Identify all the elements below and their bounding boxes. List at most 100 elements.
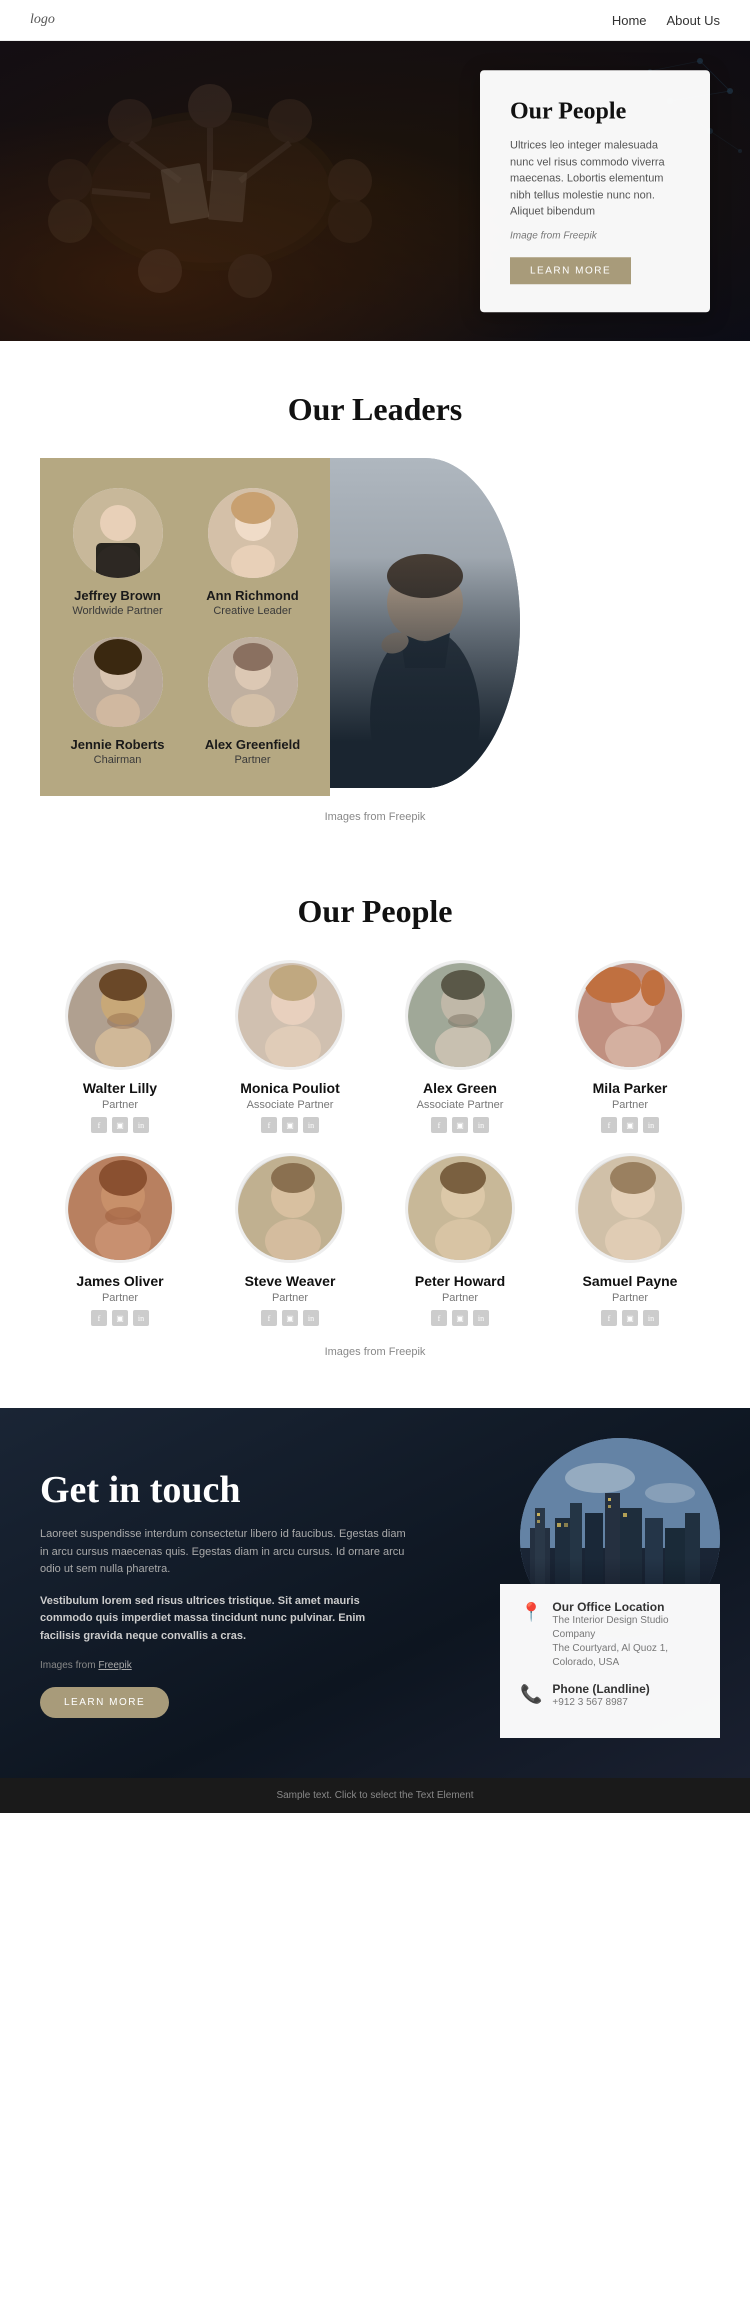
- person-name-mila: Mila Parker: [593, 1080, 668, 1096]
- nav-home[interactable]: Home: [612, 13, 647, 28]
- person-name-james: James Oliver: [76, 1273, 163, 1289]
- person-social-walter: f ▣ in: [91, 1117, 149, 1133]
- phone-info-text: Phone (Landline) +912 3 567 8987: [552, 1682, 649, 1710]
- instagram-icon-walter[interactable]: ▣: [112, 1117, 128, 1133]
- facebook-icon-steve[interactable]: f: [261, 1310, 277, 1326]
- leader-card-alexgf: Alex Greenfield Partner: [195, 637, 310, 766]
- person-name-monica: Monica Pouliot: [240, 1080, 340, 1096]
- facebook-icon-james[interactable]: f: [91, 1310, 107, 1326]
- linkedin-icon-peter[interactable]: in: [473, 1310, 489, 1326]
- footer-text: Sample text. Click to select the Text El…: [276, 1790, 473, 1801]
- person-name-steve: Steve Weaver: [245, 1273, 336, 1289]
- person-card-peter: Peter Howard Partner f ▣ in: [380, 1153, 540, 1326]
- phone-icon: 📞: [520, 1684, 542, 1705]
- instagram-icon-monica[interactable]: ▣: [282, 1117, 298, 1133]
- person-card-walter: Walter Lilly Partner f ▣ in: [40, 960, 200, 1133]
- leaders-grid: Jeffrey Brown Worldwide Partner Ann Rich…: [40, 458, 710, 796]
- contact-body-text: Laoreet suspendisse interdum consectetur…: [40, 1526, 409, 1579]
- instagram-icon-peter[interactable]: ▣: [452, 1310, 468, 1326]
- leader-name-jeffrey: Jeffrey Brown: [74, 588, 161, 603]
- leader-card-jeffrey: Jeffrey Brown Worldwide Partner: [60, 488, 175, 617]
- leader-avatar-jeffrey: [73, 488, 163, 578]
- hero-image-credit: Image from Freepik: [510, 228, 680, 243]
- facebook-icon-peter[interactable]: f: [431, 1310, 447, 1326]
- instagram-icon-mila[interactable]: ▣: [622, 1117, 638, 1133]
- leader-avatar-ann: [208, 488, 298, 578]
- person-card-james: James Oliver Partner f ▣ in: [40, 1153, 200, 1326]
- instagram-icon-steve[interactable]: ▣: [282, 1310, 298, 1326]
- linkedin-icon-steve[interactable]: in: [303, 1310, 319, 1326]
- leader-avatar-jennie: [73, 637, 163, 727]
- instagram-icon-alexg[interactable]: ▣: [452, 1117, 468, 1133]
- contact-image-credit: Images from Freepik: [40, 1660, 409, 1671]
- hero-title: Our People: [510, 98, 680, 125]
- instagram-icon-samuel[interactable]: ▣: [622, 1310, 638, 1326]
- person-name-peter: Peter Howard: [415, 1273, 505, 1289]
- office-line1: The Interior Design Studio Company: [552, 1614, 700, 1642]
- linkedin-icon-samuel[interactable]: in: [643, 1310, 659, 1326]
- hero-learn-more-button[interactable]: LEARN MORE: [510, 257, 631, 284]
- leader-name-alexgf: Alex Greenfield: [205, 737, 300, 752]
- person-avatar-steve: [235, 1153, 345, 1263]
- contact-info-box: 📍 Our Office Location The Interior Desig…: [500, 1584, 720, 1738]
- leaders-left-panel: Jeffrey Brown Worldwide Partner Ann Rich…: [40, 458, 330, 796]
- facebook-icon-walter[interactable]: f: [91, 1117, 107, 1133]
- office-info-text: Our Office Location The Interior Design …: [552, 1600, 700, 1670]
- person-role-walter: Partner: [102, 1099, 138, 1111]
- facebook-icon-mila[interactable]: f: [601, 1117, 617, 1133]
- person-name-alexg: Alex Green: [423, 1080, 497, 1096]
- leader-card-jennie: Jennie Roberts Chairman: [60, 637, 175, 766]
- location-icon: 📍: [520, 1602, 542, 1623]
- hero-card: Our People Ultrices leo integer malesuad…: [480, 70, 710, 312]
- linkedin-icon-monica[interactable]: in: [303, 1117, 319, 1133]
- site-header: logo Home About Us: [0, 0, 750, 41]
- logo: logo: [30, 12, 55, 28]
- person-role-steve: Partner: [272, 1292, 308, 1304]
- nav-about[interactable]: About Us: [667, 13, 720, 28]
- person-social-mila: f ▣ in: [601, 1117, 659, 1133]
- facebook-icon-samuel[interactable]: f: [601, 1310, 617, 1326]
- person-name-walter: Walter Lilly: [83, 1080, 157, 1096]
- person-role-mila: Partner: [612, 1099, 648, 1111]
- person-avatar-alexg: [405, 960, 515, 1070]
- main-leader-container: [330, 458, 710, 796]
- person-role-peter: Partner: [442, 1292, 478, 1304]
- leader-name-jennie: Jennie Roberts: [71, 737, 165, 752]
- leader-card-ann: Ann Richmond Creative Leader: [195, 488, 310, 617]
- phone-label: Phone (Landline): [552, 1682, 649, 1696]
- hero-description: Ultrices leo integer malesuada nunc vel …: [510, 137, 680, 220]
- people-title: Our People: [40, 893, 710, 930]
- facebook-icon-monica[interactable]: f: [261, 1117, 277, 1133]
- leaders-images-credit: Images from Freepik: [40, 811, 710, 823]
- person-avatar-peter: [405, 1153, 515, 1263]
- leader-name-ann: Ann Richmond: [206, 588, 298, 603]
- linkedin-icon-mila[interactable]: in: [643, 1117, 659, 1133]
- office-info-row: 📍 Our Office Location The Interior Desig…: [520, 1600, 700, 1670]
- leader-role-jennie: Chairman: [94, 754, 142, 766]
- instagram-icon-james[interactable]: ▣: [112, 1310, 128, 1326]
- leader-role-jeffrey: Worldwide Partner: [72, 605, 162, 617]
- hero-section: Our People Ultrices leo integer malesuad…: [0, 41, 750, 341]
- phone-info-row: 📞 Phone (Landline) +912 3 567 8987: [520, 1682, 700, 1710]
- people-section: Our People Walter Lilly Partner f ▣ in: [0, 873, 750, 1408]
- linkedin-icon-james[interactable]: in: [133, 1310, 149, 1326]
- office-line2: The Courtyard, Al Quoz 1, Colorado, USA: [552, 1642, 700, 1670]
- leaders-section: Our Leaders Jeffrey Brown Worldwide Part…: [0, 341, 750, 873]
- linkedin-icon-alexg[interactable]: in: [473, 1117, 489, 1133]
- contact-content: Get in touch Laoreet suspendisse interdu…: [40, 1468, 409, 1718]
- contact-learn-more-button[interactable]: LEARN MORE: [40, 1687, 169, 1718]
- people-grid: Walter Lilly Partner f ▣ in Monica Pouli…: [40, 960, 710, 1326]
- person-social-alexg: f ▣ in: [431, 1117, 489, 1133]
- phone-number: +912 3 567 8987: [552, 1696, 649, 1710]
- facebook-icon-alexg[interactable]: f: [431, 1117, 447, 1133]
- person-card-samuel: Samuel Payne Partner f ▣ in: [550, 1153, 710, 1326]
- linkedin-icon-walter[interactable]: in: [133, 1117, 149, 1133]
- person-role-james: Partner: [102, 1292, 138, 1304]
- main-leader-image: [330, 458, 520, 788]
- contact-credit-link[interactable]: Freepik: [98, 1660, 131, 1671]
- person-name-samuel: Samuel Payne: [583, 1273, 678, 1289]
- leader-avatar-alexgf: [208, 637, 298, 727]
- people-images-credit: Images from Freepik: [40, 1346, 710, 1358]
- person-avatar-james: [65, 1153, 175, 1263]
- leaders-title: Our Leaders: [40, 391, 710, 428]
